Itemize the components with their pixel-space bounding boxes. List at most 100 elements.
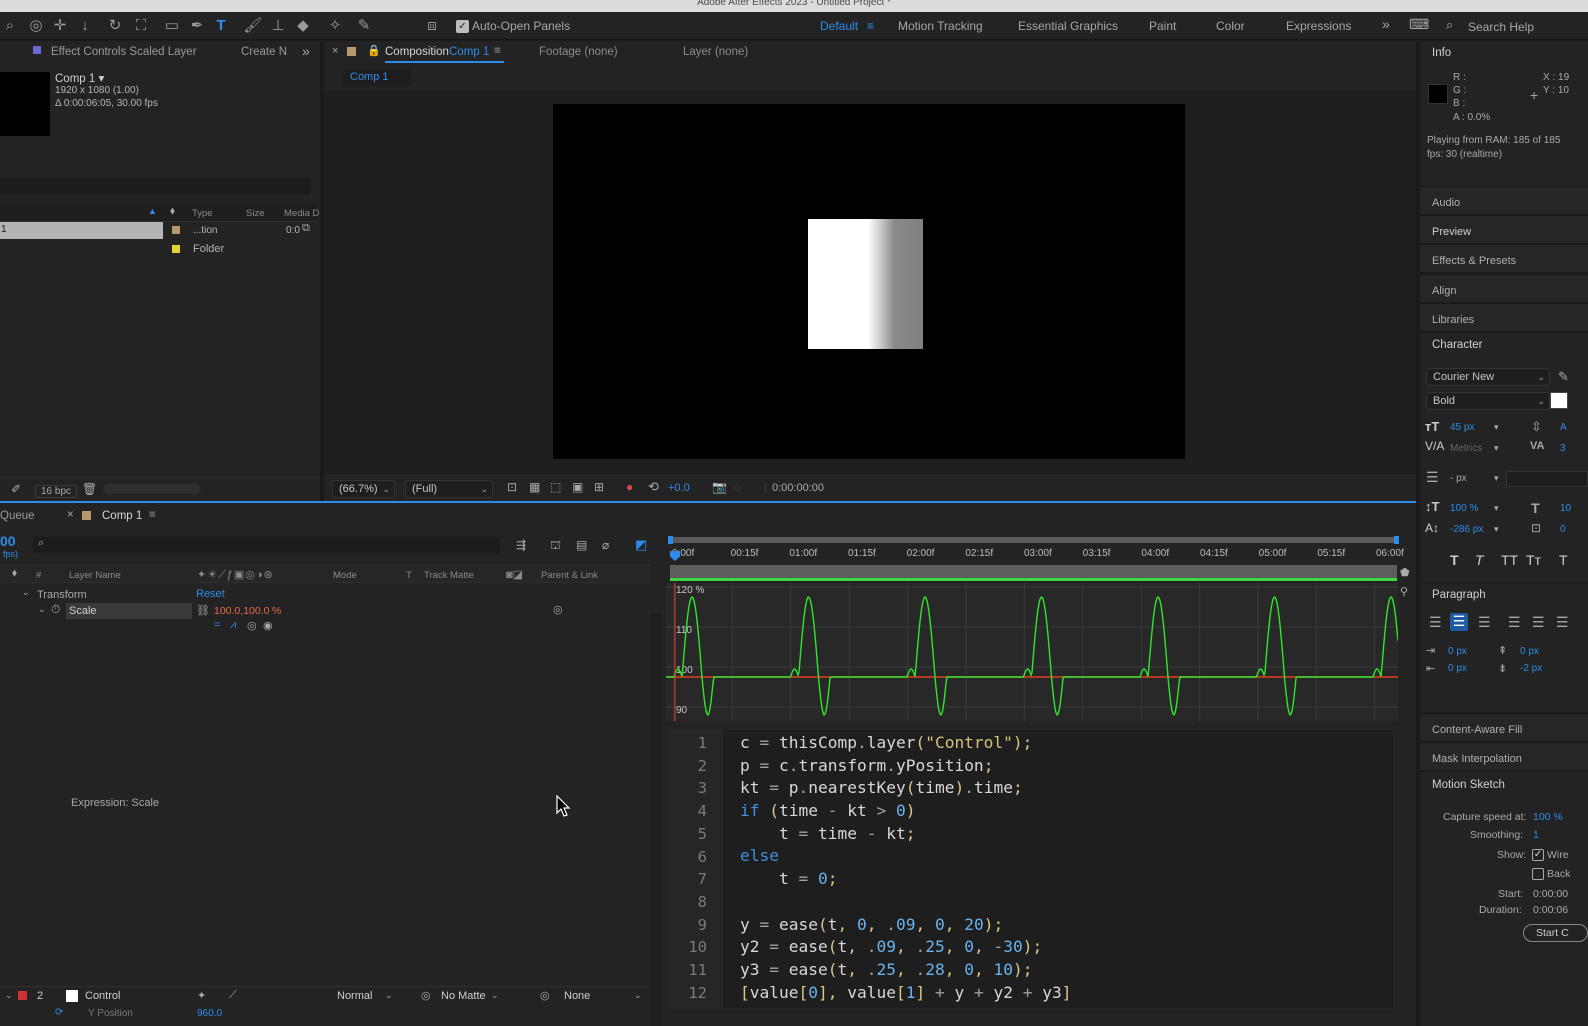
code-line[interactable]: y2 = ease(t, .09, .25, 0, -30);: [740, 936, 1390, 959]
color-management-icon[interactable]: ⟲: [648, 479, 659, 495]
type-tool-icon[interactable]: T: [211, 16, 231, 36]
workspace-default[interactable]: Default: [820, 19, 858, 33]
workspace-essential-graphics[interactable]: Essential Graphics: [1018, 19, 1118, 33]
expression-language-menu-icon[interactable]: ◉: [263, 619, 273, 632]
viewer-timecode[interactable]: 0:00:00:00: [765, 482, 824, 494]
stroke-type-dropdown[interactable]: [1506, 471, 1588, 487]
audio-tab[interactable]: Audio: [1420, 186, 1588, 214]
flowchart-icon[interactable]: ⧉: [302, 222, 310, 235]
faux-italic-button[interactable]: T: [1475, 552, 1484, 568]
frame-blending-icon[interactable]: ⌀: [602, 538, 609, 552]
background-checkbox[interactable]: [1532, 868, 1544, 880]
navigator-start-handle[interactable]: [668, 536, 673, 544]
parent-pickwhip-icon[interactable]: ◎: [540, 989, 550, 1002]
mode-header[interactable]: Mode: [333, 570, 357, 581]
code-line[interactable]: p = c.transform.yPosition;: [740, 755, 1390, 778]
y-position-expression-icon[interactable]: ⟳: [55, 1007, 63, 1018]
code-line[interactable]: y3 = ease(t, .25, .28, 0, 10);: [740, 959, 1390, 982]
size-column-header[interactable]: Size: [246, 208, 264, 219]
current-time[interactable]: 00: [0, 533, 16, 549]
comp-mini-flowchart-icon[interactable]: ⇶: [516, 538, 526, 552]
layer-mode[interactable]: Normal: [337, 990, 372, 1002]
baseline-shift-value[interactable]: -286 px: [1450, 524, 1483, 535]
layer-scrollbar[interactable]: [650, 613, 662, 1026]
rotate-tool-icon[interactable]: ↻: [105, 16, 125, 36]
search-tool-icon[interactable]: ⌕: [0, 16, 20, 36]
graph-options-icon[interactable]: ⚲: [1400, 585, 1408, 598]
draft-3d-icon[interactable]: ⛫: [550, 538, 561, 554]
align-tab[interactable]: Align: [1420, 274, 1588, 302]
project-search-input[interactable]: [0, 178, 311, 194]
transform-reset-link[interactable]: Reset: [196, 588, 225, 600]
preview-tab[interactable]: Preview: [1420, 215, 1588, 243]
pan-tool-icon[interactable]: ✛: [50, 16, 70, 36]
timeline-tab[interactable]: Comp 1: [102, 510, 142, 522]
code-line[interactable]: t = time - kt;: [740, 823, 1390, 846]
stopwatch-icon[interactable]: ⏱: [51, 602, 60, 617]
auto-open-checkbox[interactable]: ✓: [456, 20, 469, 33]
y-position-value[interactable]: 960.0: [197, 1008, 222, 1019]
justify-right-icon[interactable]: ☰: [1556, 614, 1569, 631]
code-line[interactable]: if (time - kt > 0): [740, 800, 1390, 823]
code-line[interactable]: kt = p.nearestKey(time).time;: [740, 777, 1390, 800]
expression-pickwhip-icon[interactable]: ◎: [247, 619, 257, 632]
panel-overflow-icon[interactable]: »: [302, 43, 310, 59]
project-scrollbar[interactable]: [103, 484, 201, 494]
pickwhip-icon[interactable]: ◎: [553, 603, 563, 616]
graph-editor-toggle-icon[interactable]: ◩: [635, 537, 647, 553]
code-line[interactable]: [740, 891, 1390, 914]
effect-controls-tab[interactable]: Effect Controls Scaled Layer: [51, 46, 197, 58]
space-after-value[interactable]: -2 px: [1520, 663, 1542, 674]
layer-track-matte[interactable]: No Matte: [441, 990, 486, 1002]
timeline-menu-icon[interactable]: ≡: [149, 509, 156, 521]
expression-graph-icon[interactable]: ⩘: [230, 619, 236, 632]
mask-interpolation-tab[interactable]: Mask Interpolation: [1420, 742, 1588, 770]
matte-pickwhip-icon[interactable]: ◎: [421, 989, 431, 1002]
layer-name-header[interactable]: Layer Name: [69, 570, 121, 581]
vertical-scale-value[interactable]: 100 %: [1450, 503, 1478, 514]
mask-visibility-icon[interactable]: ⬚: [550, 480, 561, 494]
scaled-layer-rect[interactable]: [808, 219, 923, 349]
align-left-icon[interactable]: ☰: [1429, 614, 1442, 631]
guides-icon[interactable]: ⊞: [594, 480, 604, 494]
orbit-tool-icon[interactable]: ◎: [26, 16, 46, 36]
layer-parent[interactable]: None: [564, 990, 590, 1002]
indent-left-value[interactable]: 0 px: [1448, 646, 1467, 657]
puppet-tool-icon[interactable]: ✎: [354, 16, 374, 36]
render-queue-tab[interactable]: Queue: [0, 510, 35, 522]
dolly-tool-icon[interactable]: ↓: [75, 16, 95, 36]
channels-icon[interactable]: ●: [626, 480, 633, 494]
effects-presets-tab[interactable]: Effects & Presets: [1420, 244, 1588, 272]
smoothing-value[interactable]: 1: [1533, 829, 1539, 841]
composition-tab-label[interactable]: Composition: [385, 46, 449, 58]
region-of-interest-icon[interactable]: ▣: [572, 480, 583, 494]
workspace-color[interactable]: Color: [1216, 19, 1245, 33]
footage-tab[interactable]: Footage (none): [539, 46, 618, 58]
navigator-end-handle[interactable]: [1394, 536, 1399, 544]
indent-first-value[interactable]: 0 px: [1448, 663, 1467, 674]
small-caps-button[interactable]: Tт: [1526, 552, 1541, 568]
keyboard-icon[interactable]: ⌨: [1409, 16, 1429, 33]
quality-switch-icon[interactable]: ⟋: [229, 989, 237, 1002]
code-line[interactable]: [value[0], value[1] + y + y2 + y3]: [740, 982, 1390, 1005]
interpret-footage-icon[interactable]: ✐: [11, 482, 21, 496]
content-aware-fill-tab[interactable]: Content-Aware Fill: [1420, 713, 1588, 741]
snapping-icon[interactable]: ⧈: [422, 16, 442, 36]
more-workspaces-icon[interactable]: »: [1382, 16, 1390, 32]
fast-preview-icon[interactable]: ⊡: [507, 480, 517, 494]
workspace-motion-tracking[interactable]: Motion Tracking: [898, 19, 983, 33]
bpc-button[interactable]: 16 bpc: [35, 485, 78, 498]
horizontal-scale-value[interactable]: 10: [1560, 503, 1571, 514]
font-size-value[interactable]: 45 px: [1450, 422, 1474, 433]
time-ruler[interactable]: 0:00f 00:15f 01:00f 01:15f 02:00f 02:15f 03:00…: [668, 545, 1404, 563]
workspace-menu-icon[interactable]: ≡: [867, 19, 874, 33]
faux-bold-button[interactable]: T: [1450, 552, 1459, 568]
trash-icon[interactable]: 🗑: [82, 482, 97, 496]
exposure-value[interactable]: +0.0: [668, 482, 690, 494]
parent-link-header[interactable]: Parent & Link: [541, 570, 598, 581]
timeline-search-input[interactable]: ⌕: [33, 537, 500, 553]
workspace-paint[interactable]: Paint: [1149, 19, 1176, 33]
transparency-grid-icon[interactable]: ▦: [529, 480, 540, 494]
brush-tool-icon[interactable]: 🖌: [243, 16, 263, 36]
resolution-dropdown[interactable]: (Full) ⌄: [405, 480, 493, 498]
